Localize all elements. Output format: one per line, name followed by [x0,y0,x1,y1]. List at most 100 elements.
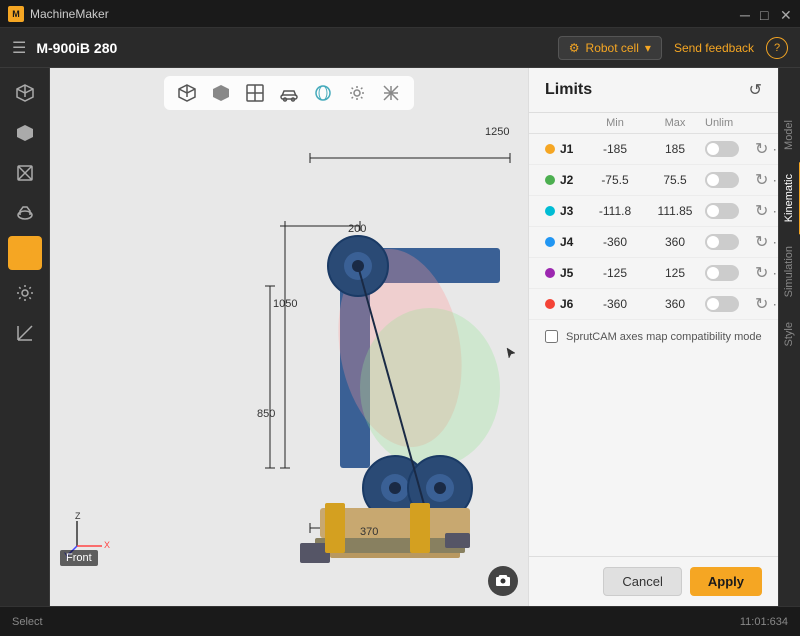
unlim-icon-j2[interactable]: ↻ [755,170,768,190]
joint-min-j3: -111.8 [585,204,645,218]
menu-button[interactable]: ☰ [12,38,26,58]
joint-max-j6: 360 [645,297,705,311]
joint-rows-container: J1 -185 185 ↻ ⋯ J2 -75.5 75.5 ↻ ⋯ J3 -11… [529,134,778,320]
unlim-icon-j5[interactable]: ↻ [755,263,768,283]
joint-toggle-j1[interactable] [705,141,739,157]
minimize-button[interactable]: ─ [740,8,752,20]
joint-min-j6: -360 [585,297,645,311]
help-button[interactable]: ? [766,37,788,59]
unlim-icon-j4[interactable]: ↻ [755,232,768,252]
vp-car-icon[interactable] [274,80,304,106]
tool-solid-cube[interactable] [8,116,42,150]
toggle-knob [707,205,719,217]
apply-button[interactable]: Apply [690,567,762,596]
time-text: 11:01:634 [740,616,788,628]
joint-name-j1: J1 [545,142,585,156]
robot-cell-button[interactable]: ⚙ Robot cell ▾ [558,36,662,60]
joint-row-j2: J2 -75.5 75.5 ↻ ⋯ [529,165,778,196]
window-controls: ─ □ ✕ [740,8,792,20]
tab-model[interactable]: Model [779,108,800,162]
tab-kinematic[interactable]: Kinematic [779,162,800,234]
svg-text:Z: Z [75,511,81,521]
app-logo: M [8,6,24,22]
close-button[interactable]: ✕ [780,8,792,20]
sprut-compat-row: SprutCAM axes map compatibility mode [529,320,778,353]
limits-reset-button[interactable]: ↺ [749,80,762,100]
tool-cube[interactable] [8,76,42,110]
joint-toggle-j6[interactable] [705,296,739,312]
unlim-icon-j6[interactable]: ↻ [755,294,768,314]
robot-cell-label: Robot cell [586,41,639,55]
joint-min-j2: -75.5 [585,173,645,187]
joint-dot-j3 [545,206,555,216]
col-min: Min [585,117,645,129]
robot-icon: ⚙ [569,41,580,55]
maximize-button[interactable]: □ [760,8,772,20]
joint-max-j1: 185 [645,142,705,156]
toggle-knob [707,143,719,155]
joint-max-j3: 111.85 [645,204,705,218]
tool-sphere[interactable] [8,236,42,270]
joint-name-j5: J5 [545,266,585,280]
chevron-down-icon: ▾ [645,41,651,55]
header-right: ⚙ Robot cell ▾ Send feedback ? [558,36,788,60]
vp-sphere-icon[interactable] [308,80,338,106]
joint-max-j5: 125 [645,266,705,280]
tool-axes[interactable] [8,316,42,350]
viewport[interactable]: 1250 200 1050 850 370 Z X Y Front [50,68,528,606]
titlebar-left: M MachineMaker [8,6,109,22]
viewport-toolbar [164,76,414,110]
machine-name: M-900iB 280 [36,40,117,56]
dim-1050: 1050 [273,298,297,310]
joint-dot-j1 [545,144,555,154]
dim-200: 200 [348,223,366,235]
joint-name-j4: J4 [545,235,585,249]
app-title: MachineMaker [30,7,109,21]
joint-dot-j6 [545,299,555,309]
tab-simulation[interactable]: Simulation [779,234,800,309]
svg-text:X: X [104,540,110,550]
joint-toggle-j3[interactable] [705,203,739,219]
col-max: Max [645,117,705,129]
dim-370: 370 [360,526,378,538]
vp-3d-icon[interactable] [172,80,202,106]
joint-toggle-j2[interactable] [705,172,739,188]
col-unlim: Unlim [705,117,755,129]
cursor-indicator [505,346,519,360]
unlim-icon-j3[interactable]: ↻ [755,201,768,221]
vp-wireframe-icon[interactable] [240,80,270,106]
joint-row-j4: J4 -360 360 ↻ ⋯ [529,227,778,258]
vp-cross-icon[interactable] [376,80,406,106]
vp-gear-icon[interactable] [342,80,372,106]
toggle-knob [707,298,719,310]
cancel-button[interactable]: Cancel [603,567,681,596]
unlim-icon-j1[interactable]: ↻ [755,139,768,159]
camera-button[interactable] [488,566,518,596]
dim-850: 850 [257,408,275,420]
send-feedback-button[interactable]: Send feedback [674,41,754,55]
toggle-knob [707,236,719,248]
joint-max-j2: 75.5 [645,173,705,187]
joint-toggle-j5[interactable] [705,265,739,281]
right-side: Limits ↺ Min Max Unlim J1 -185 185 [528,68,800,606]
robot-diagram [130,108,528,588]
joint-toggle-j4[interactable] [705,234,739,250]
sprut-compat-checkbox[interactable] [545,330,558,343]
joint-name-j3: J3 [545,204,585,218]
joint-dot-j4 [545,237,555,247]
vp-solid-icon[interactable] [206,80,236,106]
col-joint [545,117,585,129]
joint-min-j5: -125 [585,266,645,280]
col-more [755,117,779,129]
side-tabs: Model Kinematic Simulation Style [778,68,800,606]
tool-car[interactable] [8,196,42,230]
tool-gear[interactable] [8,276,42,310]
sprut-compat-label: SprutCAM axes map compatibility mode [566,331,762,343]
limits-title: Limits [545,81,592,99]
tool-wireframe[interactable] [8,156,42,190]
joint-row-j5: J5 -125 125 ↻ ⋯ [529,258,778,289]
limits-table-header: Min Max Unlim [529,113,778,134]
joint-dot-j5 [545,268,555,278]
tab-style[interactable]: Style [779,310,800,358]
joint-row-j3: J3 -111.8 111.85 ↻ ⋯ [529,196,778,227]
